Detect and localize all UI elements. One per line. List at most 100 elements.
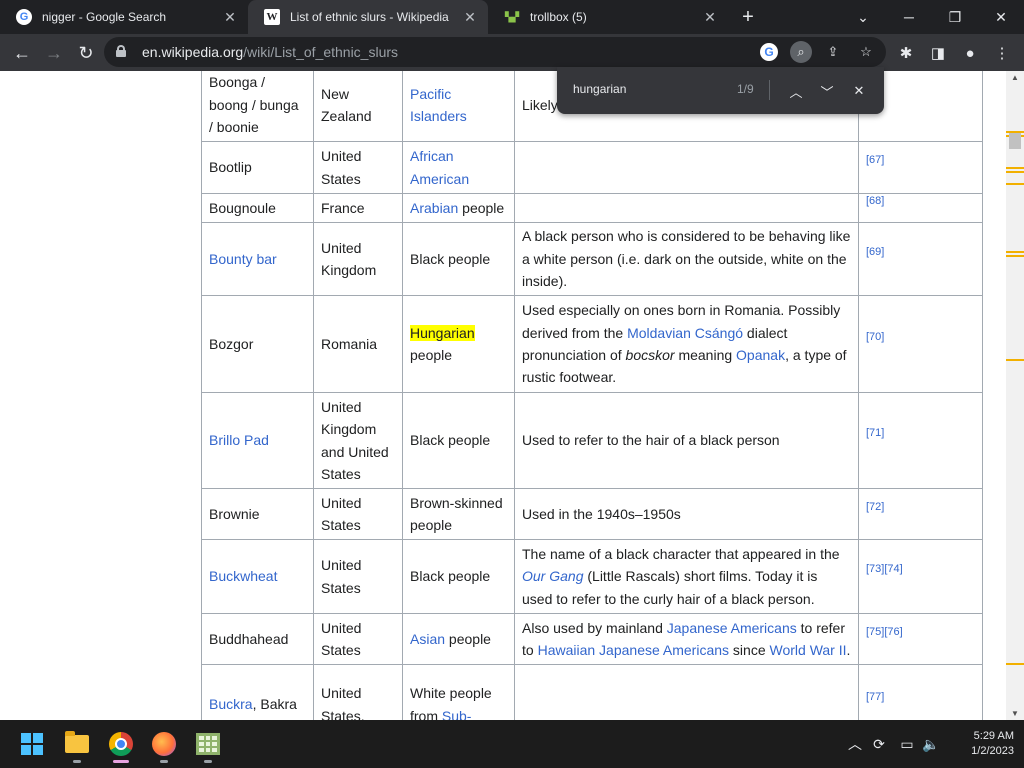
reference-link[interactable]: [75][76] [866, 626, 903, 638]
restore-icon[interactable]: ❐ [932, 0, 978, 34]
cell-text: United States [321, 557, 362, 596]
term-cell: Bozgor [201, 295, 314, 393]
table-row: Bougnoule France Arabian people [68] [201, 193, 983, 223]
wiki-link[interactable]: Arabian [410, 200, 458, 216]
reference-link[interactable]: [68] [866, 195, 884, 207]
profile-icon[interactable]: ● [956, 39, 984, 67]
chevron-up-icon[interactable]: ︿ [845, 734, 865, 754]
firefox-icon[interactable] [148, 728, 180, 763]
term-cell: Bougnoule [201, 193, 314, 223]
scroll-up-icon[interactable]: ▲ [1011, 73, 1019, 82]
wiki-link[interactable]: Buckra [209, 696, 253, 712]
meaning-cell: Used especially on ones born in Romania.… [514, 295, 859, 393]
close-icon[interactable]: ✕ [458, 5, 482, 29]
wiki-link[interactable]: Opanak [736, 347, 785, 363]
reference-link[interactable]: [69] [866, 246, 884, 258]
grid-app-icon[interactable] [192, 728, 224, 763]
scroll-down-icon[interactable]: ▼ [1011, 709, 1019, 718]
reference-cell: [73][74] [858, 539, 983, 614]
browser-toolbar: ← → ↻ en.wikipedia.org/wiki/List_of_ethn… [0, 34, 1024, 71]
meaning-cell: Also used by mainland Japanese Americans… [514, 613, 859, 665]
wiki-link[interactable]: Asian [410, 631, 445, 647]
new-tab-icon[interactable]: + [736, 5, 760, 29]
cell-text: Used to refer to the hair of a black per… [522, 432, 780, 449]
find-result-marker [1006, 359, 1024, 361]
network-icon[interactable]: ▭ [897, 734, 917, 754]
url-text: en.wikipedia.org/wiki/List_of_ethnic_slu… [142, 44, 399, 60]
bookmark-star-icon[interactable]: ☆ [855, 41, 877, 63]
tab-google-search[interactable]: G nigger - Google Search ✕ [0, 0, 248, 34]
scroll-thumb[interactable] [1009, 133, 1021, 149]
term-cell: Bootlip [201, 141, 314, 194]
location-cell: United Kingdom [313, 222, 403, 296]
tab-title: trollbox (5) [530, 10, 587, 24]
menu-icon[interactable]: ⋮ [988, 39, 1016, 67]
google-lens-icon[interactable]: G [760, 43, 778, 61]
chrome-icon[interactable] [105, 728, 137, 763]
tab-search-icon[interactable]: ⌄ [840, 0, 886, 34]
meaning-cell [514, 193, 859, 223]
tab-title: List of ethnic slurs - Wikipedia [290, 10, 449, 24]
sync-icon[interactable]: ⟳ [869, 734, 889, 754]
wiki-link[interactable]: Bounty bar [209, 251, 277, 267]
reference-link[interactable]: [67] [866, 154, 884, 166]
extensions-icon[interactable]: ✱ [892, 39, 920, 67]
wiki-link[interactable]: Buckwheat [209, 568, 277, 584]
tab-wikipedia[interactable]: W List of ethnic slurs - Wikipedia ✕ [248, 0, 488, 34]
find-next-icon[interactable]: ﹀ [814, 78, 840, 104]
volume-icon[interactable]: 🔈 [921, 734, 941, 754]
reference-link[interactable]: [77] [866, 691, 884, 703]
reference-cell: [77] [858, 664, 983, 720]
wiki-link[interactable]: Brillo Pad [209, 432, 269, 448]
wiki-link[interactable]: Sub- [442, 708, 472, 721]
address-bar[interactable]: en.wikipedia.org/wiki/List_of_ethnic_slu… [104, 37, 886, 67]
find-bar: hungarian 1/9 ︿ ﹀ ✕ [557, 67, 884, 114]
wiki-link[interactable]: Our Gang [522, 568, 583, 584]
find-highlight: Hungarian [410, 324, 475, 341]
wiki-link[interactable]: African American [410, 148, 469, 186]
taskbar-clock[interactable]: 5:29 AM 1/2/2023 [950, 729, 1014, 759]
reference-cell: [71] [858, 392, 983, 489]
wiki-link[interactable]: Hawaiian Japanese Americans [538, 642, 729, 658]
wiki-link[interactable]: World War II [770, 642, 847, 658]
page-scrollbar[interactable]: ▲ ▼ [1006, 71, 1024, 720]
minimize-icon[interactable]: ─ [886, 0, 932, 34]
close-icon[interactable]: ✕ [698, 5, 722, 29]
location-cell: Romania [313, 295, 403, 393]
meaning-cell: The name of a black character that appea… [514, 539, 859, 614]
find-result-marker [1006, 255, 1024, 257]
window-close-icon[interactable]: ✕ [978, 0, 1024, 34]
cell-text: New Zealand [321, 85, 372, 124]
find-in-page-icon[interactable]: ⌕ [790, 41, 812, 63]
find-previous-icon[interactable]: ︿ [783, 78, 809, 104]
cell-text: United States, [321, 685, 365, 720]
find-input[interactable]: hungarian [573, 82, 626, 96]
lock-icon[interactable] [116, 45, 126, 57]
close-icon[interactable]: ✕ [218, 5, 242, 29]
reference-link[interactable]: [72] [866, 501, 884, 513]
find-close-icon[interactable]: ✕ [846, 78, 872, 104]
wiki-link[interactable]: Moldavian Csángó [627, 325, 743, 341]
forward-icon[interactable]: → [40, 39, 68, 67]
tab-trollbox[interactable]: ▚▞ trollbox (5) ✕ [488, 0, 728, 34]
reference-link[interactable]: [71] [866, 427, 884, 439]
share-icon[interactable]: ⇪ [822, 41, 844, 63]
side-panel-icon[interactable]: ◨ [924, 39, 952, 67]
cell-text: United States [321, 148, 362, 187]
reference-link[interactable]: [73][74] [866, 563, 903, 575]
cell-text: since [729, 642, 770, 658]
find-result-marker [1006, 167, 1024, 169]
table-row: Buckwheat United States Black people The na… [201, 539, 983, 614]
meaning-cell [514, 664, 859, 720]
term-cell: Brownie [201, 488, 314, 540]
wiki-link[interactable]: Japanese Americans [667, 620, 797, 636]
cell-text: Black people [410, 432, 491, 449]
file-explorer-icon[interactable] [61, 728, 93, 763]
target-cell: Arabian people [402, 193, 515, 223]
term-cell: Brillo Pad [201, 392, 314, 489]
windows-start-icon[interactable] [16, 728, 48, 760]
reload-icon[interactable]: ↻ [72, 39, 100, 67]
wiki-link[interactable]: Pacific Islanders [410, 86, 467, 124]
back-icon[interactable]: ← [8, 39, 36, 67]
reference-link[interactable]: [70] [866, 331, 884, 343]
